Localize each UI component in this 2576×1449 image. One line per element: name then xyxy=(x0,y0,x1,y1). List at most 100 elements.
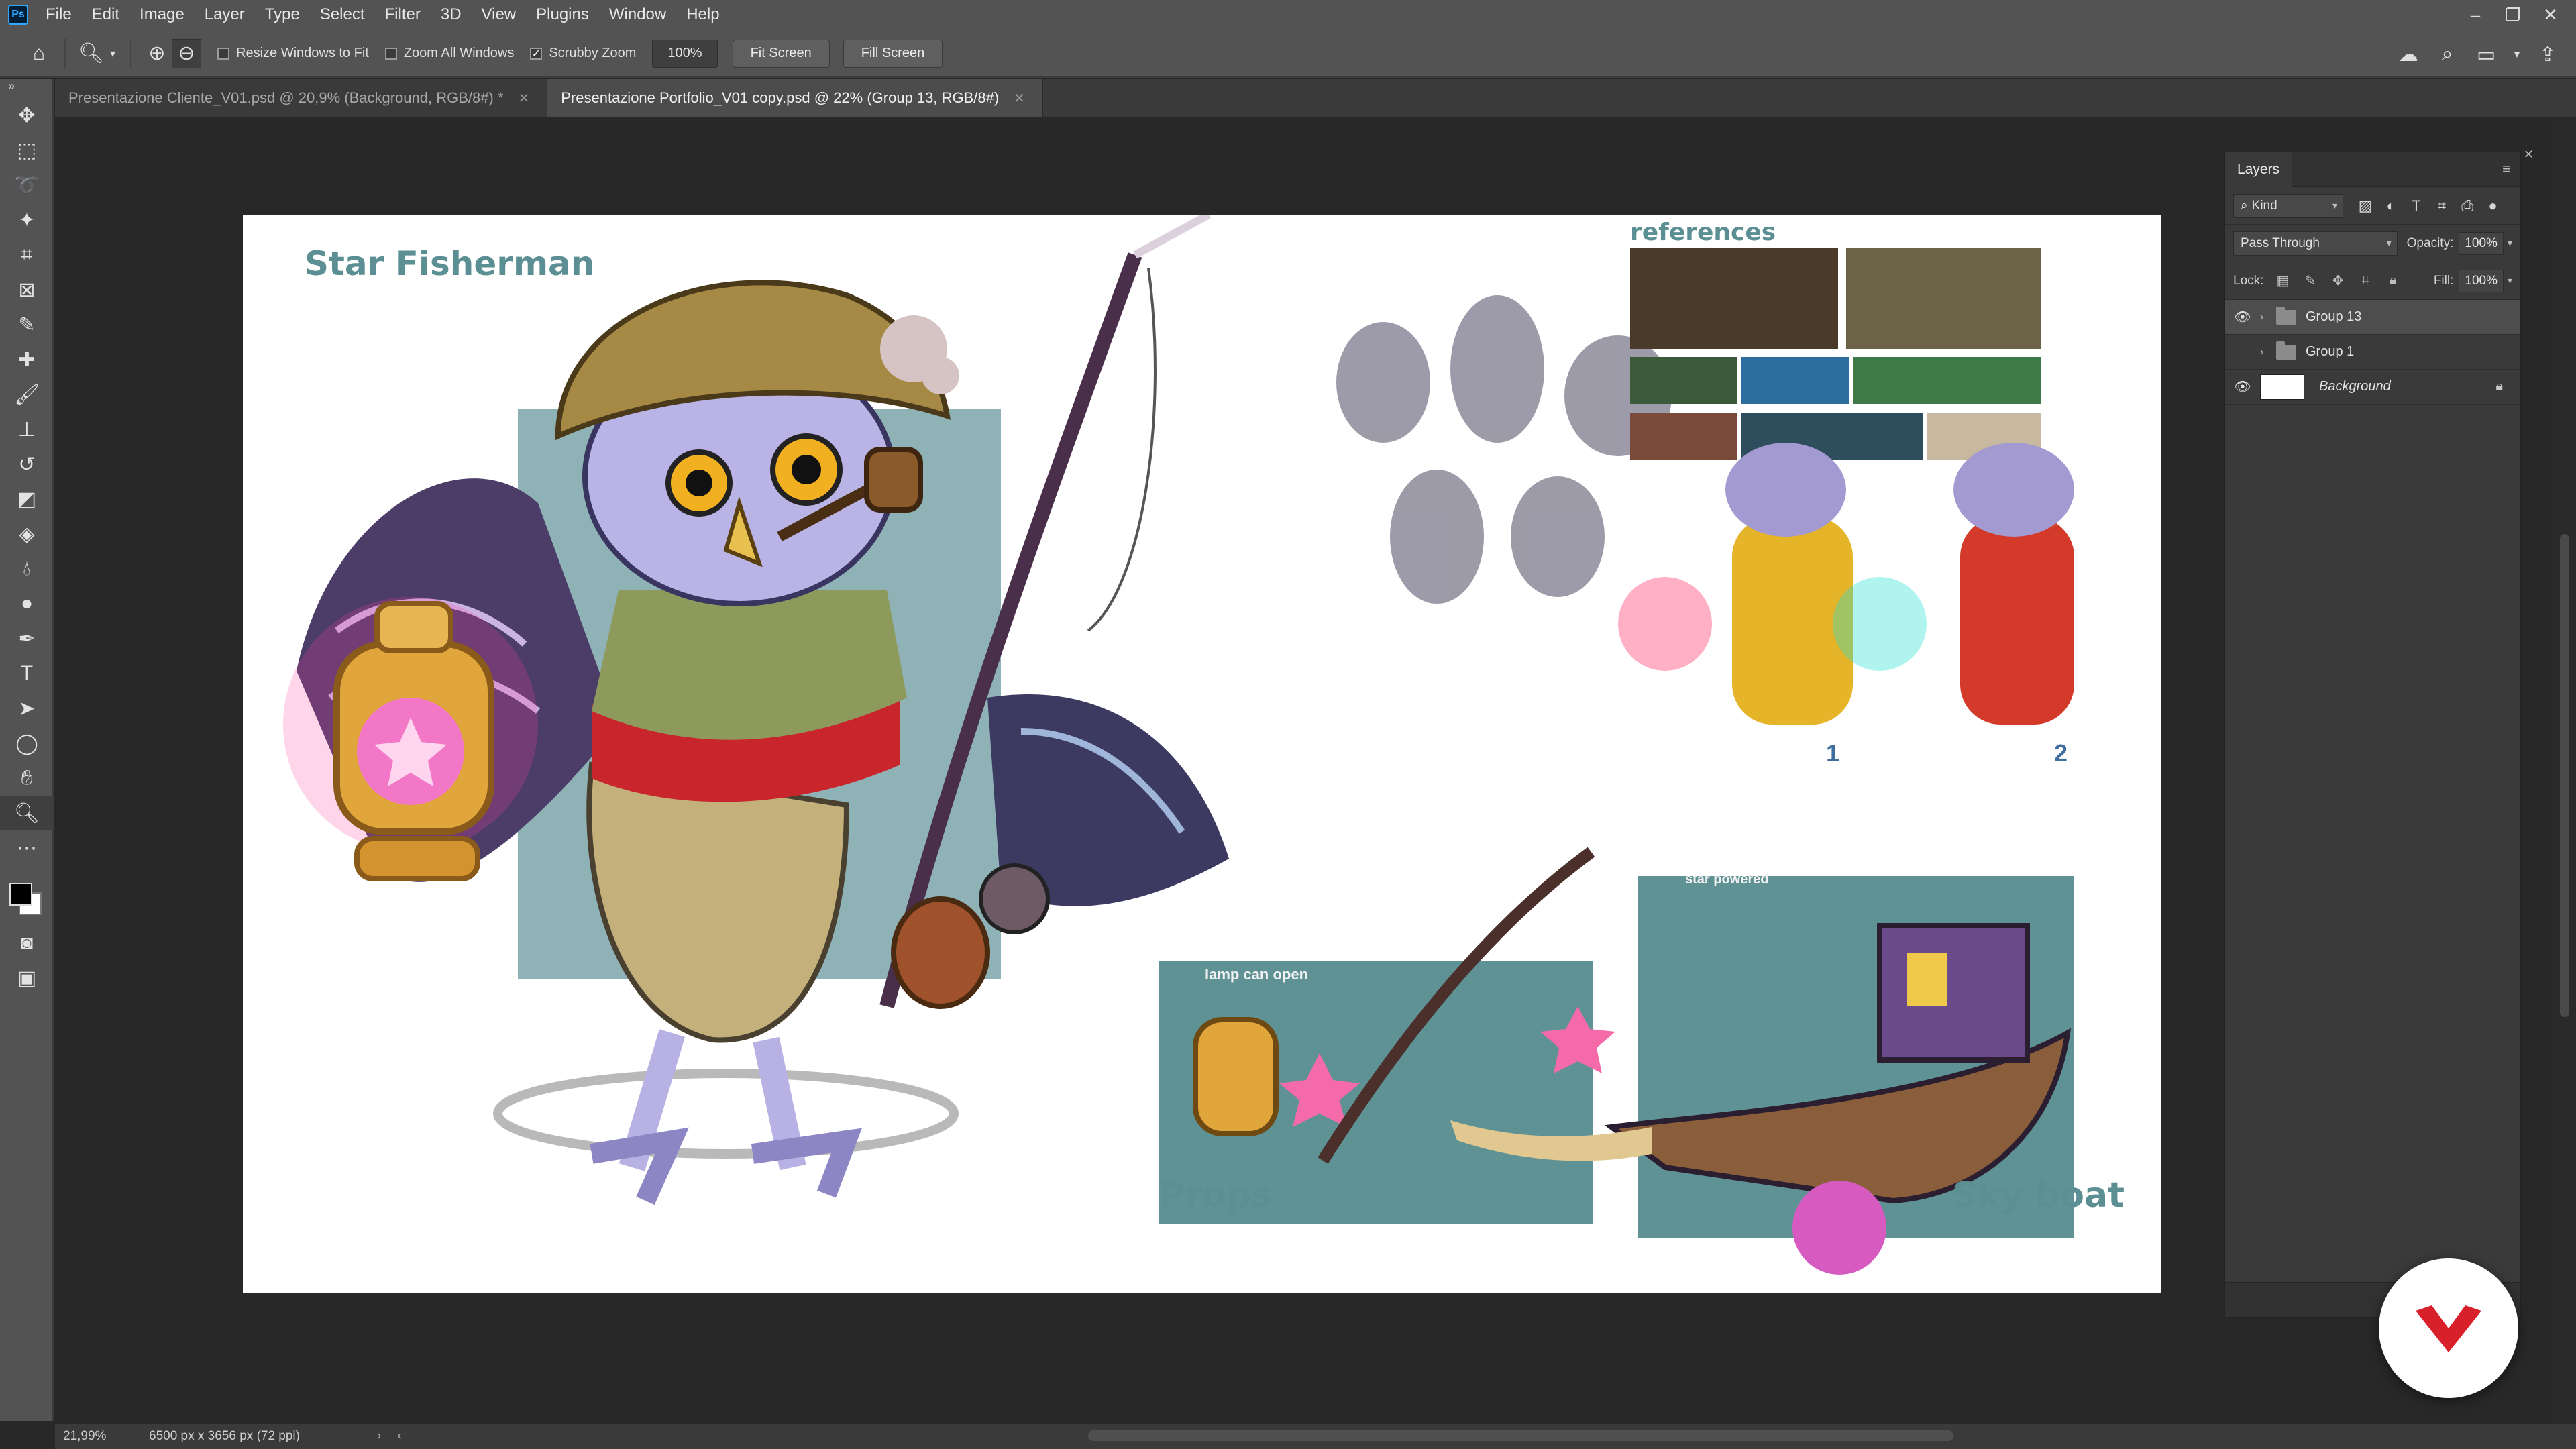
checkbox-box[interactable] xyxy=(217,47,229,60)
menu-layer[interactable]: Layer xyxy=(205,5,245,24)
layer-filter-select[interactable]: ⌕ Kind ▾ xyxy=(2233,193,2343,218)
scrollbar-thumb[interactable] xyxy=(2560,534,2569,1017)
zoom-level[interactable]: 21,99% xyxy=(55,1429,122,1444)
filter-toggle-icon[interactable]: ● xyxy=(2480,197,2506,215)
magic-wand-tool-icon[interactable]: ✦ xyxy=(0,203,54,237)
close-panel-icon[interactable]: ✕ xyxy=(2524,148,2534,162)
menu-window[interactable]: Window xyxy=(609,5,666,24)
foreground-color-swatch[interactable] xyxy=(9,883,32,906)
menu-help[interactable]: Help xyxy=(686,5,719,24)
resize-windows-checkbox[interactable]: Resize Windows to Fit xyxy=(217,46,369,61)
pen-tool-icon[interactable]: ✒ xyxy=(0,621,54,656)
tab-layers[interactable]: Layers xyxy=(2225,152,2292,187)
document-canvas[interactable]: Star Fisherman references 1 2 lamp can o… xyxy=(243,215,2161,1293)
cloud-docs-icon[interactable]: ☁ xyxy=(2394,40,2423,69)
move-tool-icon[interactable]: ✥ xyxy=(0,98,54,133)
tab-presentazione-portfolio[interactable]: Presentazione Portfolio_V01 copy.psd @ 2… xyxy=(547,79,1043,117)
shape-filter-icon[interactable]: ⌗ xyxy=(2429,197,2455,215)
eyedropper-tool-icon[interactable]: ✎ xyxy=(0,307,54,342)
dodge-tool-icon[interactable]: ● xyxy=(0,586,54,621)
type-filter-icon[interactable]: T xyxy=(2404,197,2429,215)
color-swatches[interactable] xyxy=(0,865,54,926)
screen-mode-icon[interactable]: ▣ xyxy=(0,961,54,996)
restore-icon[interactable]: ❐ xyxy=(2494,5,2532,25)
more-tools-icon[interactable]: ⋯ xyxy=(0,830,54,865)
tab-presentazione-cliente[interactable]: Presentazione Cliente_V01.psd @ 20,9% (B… xyxy=(55,79,548,117)
chevron-down-icon[interactable]: ▾ xyxy=(2508,275,2512,286)
lasso-tool-icon[interactable]: ➰ xyxy=(0,168,54,203)
search-icon[interactable]: ⌕ xyxy=(2432,40,2462,69)
close-icon[interactable]: ✕ xyxy=(2532,5,2569,25)
frame-tool-icon[interactable]: ⊠ xyxy=(0,272,54,307)
checkbox-box[interactable] xyxy=(384,47,397,60)
layer-group-1[interactable]: › Group 1 xyxy=(2225,335,2520,370)
marquee-tool-icon[interactable]: ⬚ xyxy=(0,133,54,168)
paint-bucket-tool-icon[interactable]: ◈ xyxy=(0,517,54,551)
chevron-right-icon[interactable]: › xyxy=(377,1429,381,1444)
menu-select[interactable]: Select xyxy=(320,5,365,24)
menu-edit[interactable]: Edit xyxy=(92,5,119,24)
quick-mask-icon[interactable]: ◙ xyxy=(0,926,54,961)
menu-filter[interactable]: Filter xyxy=(385,5,421,24)
close-tab-icon[interactable]: ✕ xyxy=(518,90,529,107)
vertical-scrollbar[interactable] xyxy=(2553,118,2576,1424)
layer-group-13[interactable]: 👁︎ › Group 13 xyxy=(2225,300,2520,335)
lock-artboard-icon[interactable]: ⌗ xyxy=(2352,273,2379,288)
chevron-right-icon[interactable]: › xyxy=(2260,311,2276,323)
zoom-all-windows-checkbox[interactable]: Zoom All Windows xyxy=(384,46,514,61)
zoom-tool-icon[interactable]: 🔍︎ xyxy=(0,796,54,830)
zoom-tool-preset-icon[interactable]: 🔍︎ xyxy=(76,39,106,68)
chevron-down-icon[interactable]: ▾ xyxy=(2510,40,2524,69)
share-icon[interactable]: ⇪ xyxy=(2533,40,2563,69)
visibility-eye-icon[interactable]: 👁︎ xyxy=(2225,378,2260,395)
checkbox-checked-icon[interactable]: ✓ xyxy=(530,47,543,60)
collapse-toolbar-icon[interactable]: » xyxy=(0,79,52,98)
menu-type[interactable]: Type xyxy=(265,5,300,24)
menu-3d[interactable]: 3D xyxy=(441,5,462,24)
fill-screen-button[interactable]: Fill Screen xyxy=(843,39,943,68)
fill-field[interactable]: 100% xyxy=(2459,269,2504,292)
visibility-eye-icon[interactable]: 👁︎ xyxy=(2225,309,2260,325)
healing-brush-tool-icon[interactable]: ✚ xyxy=(0,342,54,377)
stamp-tool-icon[interactable]: ⊥ xyxy=(0,412,54,447)
brush-tool-icon[interactable]: 🖌︎ xyxy=(0,377,54,412)
photoshop-logo[interactable]: Ps xyxy=(8,5,28,25)
zoom-value-field[interactable]: 100% xyxy=(652,39,718,68)
home-icon[interactable]: ⌂ xyxy=(24,39,54,68)
hand-tool-icon[interactable]: ✋︎ xyxy=(0,761,54,796)
crop-tool-icon[interactable]: ⌗ xyxy=(0,237,54,272)
horizontal-scrollbar-thumb[interactable] xyxy=(1088,1430,1953,1441)
menu-view[interactable]: View xyxy=(482,5,517,24)
chevron-down-icon[interactable]: ▾ xyxy=(106,39,119,68)
blur-tool-icon[interactable]: 💧︎ xyxy=(0,551,54,586)
menu-plugins[interactable]: Plugins xyxy=(536,5,589,24)
panel-menu-icon[interactable]: ≡ xyxy=(2502,160,2511,178)
zoom-out-icon[interactable]: ⊖ xyxy=(172,38,201,68)
chevron-down-icon[interactable]: ▾ xyxy=(2508,237,2512,249)
layer-background[interactable]: 👁︎ Background 🔒︎ xyxy=(2225,370,2520,405)
scrubby-zoom-checkbox[interactable]: ✓ Scrubby Zoom xyxy=(530,46,636,61)
menu-file[interactable]: File xyxy=(46,5,72,24)
chevron-right-icon[interactable]: › xyxy=(2260,346,2276,358)
blend-mode-select[interactable]: Pass Through ▾ xyxy=(2233,231,2398,256)
path-selection-tool-icon[interactable]: ➤ xyxy=(0,691,54,726)
eraser-tool-icon[interactable]: ◩ xyxy=(0,482,54,517)
workspace-icon[interactable]: ▭ xyxy=(2471,40,2501,69)
lock-position-icon[interactable]: ✥ xyxy=(2324,272,2352,289)
close-tab-icon[interactable]: ✕ xyxy=(1014,90,1025,107)
history-brush-tool-icon[interactable]: ↺ xyxy=(0,447,54,482)
lock-pixels-icon[interactable]: ✎ xyxy=(2297,272,2324,289)
canvas-area[interactable]: Star Fisherman references 1 2 lamp can o… xyxy=(55,118,2222,1424)
smart-object-filter-icon[interactable]: ⎙ xyxy=(2455,197,2480,215)
lock-all-icon[interactable]: 🔒︎ xyxy=(2379,273,2407,288)
type-tool-icon[interactable]: T xyxy=(0,656,54,691)
minimize-icon[interactable]: – xyxy=(2457,5,2494,25)
opacity-field[interactable]: 100% xyxy=(2459,231,2504,255)
pixel-filter-icon[interactable]: ▨ xyxy=(2353,197,2378,215)
adjustment-filter-icon[interactable]: ◐ xyxy=(2378,197,2404,215)
menu-image[interactable]: Image xyxy=(140,5,184,24)
fit-screen-button[interactable]: Fit Screen xyxy=(732,39,830,68)
ellipse-tool-icon[interactable]: ◯ xyxy=(0,726,54,761)
zoom-in-icon[interactable]: ⊕ xyxy=(142,39,172,68)
chevron-left-icon[interactable]: ‹ xyxy=(397,1429,401,1444)
